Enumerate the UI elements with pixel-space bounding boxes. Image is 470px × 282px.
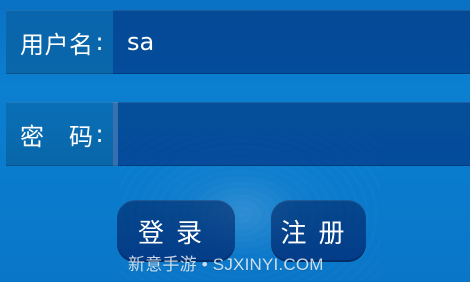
username-label-colon: : (95, 28, 105, 56)
username-row: 用户名: sa (6, 10, 470, 74)
username-input[interactable]: sa (113, 10, 470, 74)
username-value: sa (127, 28, 155, 56)
password-label-text: 密 码 (20, 122, 94, 151)
password-row: 密 码: (6, 102, 470, 166)
register-button-label: 注册 (280, 218, 357, 249)
username-label: 用户名: (6, 10, 113, 74)
watermark-text: 新意手游 • SJXINYI.COM (128, 255, 324, 274)
password-input[interactable] (113, 102, 470, 166)
login-button-label: 登录 (137, 218, 214, 249)
username-label-text: 用户名 (20, 30, 94, 59)
password-label: 密 码: (6, 102, 113, 166)
password-label-colon: : (95, 120, 105, 148)
